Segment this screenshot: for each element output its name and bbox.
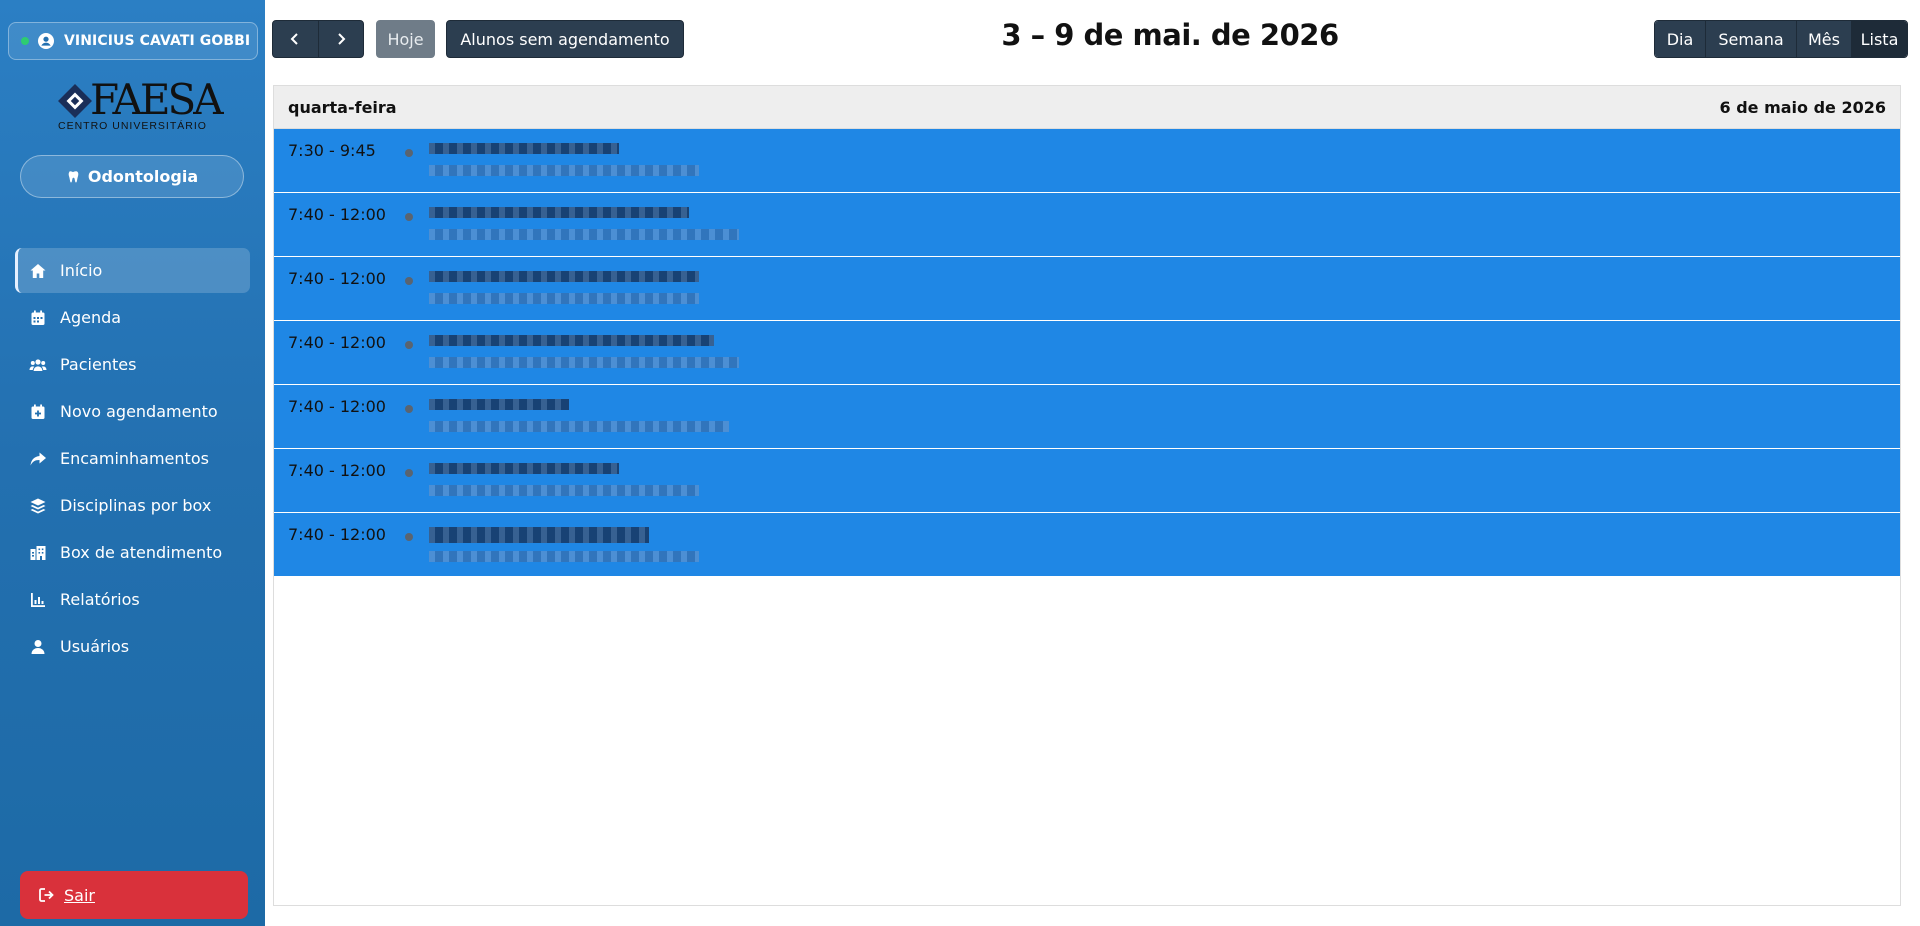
sidebar-item-label: Agenda — [60, 308, 122, 327]
faesa-logo: FAESA CENTRO UNIVERSITÁRIO — [58, 78, 224, 133]
event-time: 7:40 - 12:00 — [288, 397, 386, 416]
user-name: VINICIUS CAVATI GOBBI — [64, 33, 251, 49]
sidebar-item-box-de-atendimento[interactable]: Box de atendimento — [15, 530, 250, 575]
prev-next-group — [272, 20, 364, 58]
day-name: quarta-feira — [288, 97, 397, 117]
event-dot — [405, 469, 413, 477]
event-time: 7:40 - 12:00 — [288, 525, 386, 544]
sidebar-item-label: Box de atendimento — [60, 543, 223, 562]
calendar-plus-icon — [31, 404, 45, 419]
calendar-icon — [31, 310, 45, 325]
redacted-detail — [429, 229, 739, 240]
logo-subtitle: CENTRO UNIVERSITÁRIO — [58, 120, 207, 132]
redacted-detail — [429, 485, 699, 496]
event-row[interactable]: 7:40 - 12:00 — [274, 385, 1900, 449]
sidebar-item-relatorios[interactable]: Relatórios — [15, 577, 250, 622]
redacted-title — [429, 143, 619, 154]
tooth-icon — [68, 170, 79, 182]
redacted-detail — [429, 293, 699, 304]
event-time: 7:40 - 12:00 — [288, 461, 386, 480]
event-row[interactable]: 7:40 - 12:00 — [274, 257, 1900, 321]
sidebar-item-label: Usuários — [60, 637, 130, 656]
event-row[interactable]: 7:40 - 12:00 — [274, 321, 1900, 385]
sidebar-item-label: Encaminhamentos — [60, 449, 209, 468]
view-day-button[interactable]: Dia — [1655, 21, 1705, 57]
logout-icon — [39, 888, 54, 902]
view-week-button[interactable]: Semana — [1705, 21, 1796, 57]
course-selector-button[interactable]: Odontologia — [20, 155, 244, 198]
logo-diamond-icon — [58, 84, 92, 118]
sidebar-item-label: Disciplinas por box — [60, 496, 212, 515]
event-dot — [405, 533, 413, 541]
day-date: 6 de maio de 2026 — [1719, 97, 1887, 117]
event-time: 7:40 - 12:00 — [288, 333, 386, 352]
chevron-left-icon — [291, 33, 299, 45]
sidebar-item-label: Início — [60, 261, 103, 280]
redacted-title — [429, 207, 689, 218]
sidebar: VINICIUS CAVATI GOBBI FAESA CENTRO UNIVE… — [0, 0, 265, 926]
share-icon — [30, 452, 46, 465]
calendar-list-view: quarta-feira 6 de maio de 2026 7:30 - 9:… — [273, 85, 1901, 906]
users-icon — [29, 358, 47, 371]
chart-icon — [31, 592, 45, 607]
redacted-title — [429, 463, 619, 474]
redacted-title — [429, 271, 699, 282]
redacted-title — [429, 527, 649, 543]
students-without-appointment-button[interactable]: Alunos sem agendamento — [446, 20, 684, 58]
event-time: 7:40 - 12:00 — [288, 269, 386, 288]
event-dot — [405, 341, 413, 349]
redacted-detail — [429, 357, 739, 368]
event-dot — [405, 277, 413, 285]
sidebar-item-inicio[interactable]: Início — [15, 248, 250, 293]
logo-text: FAESA — [90, 75, 224, 124]
layers-icon — [30, 498, 46, 513]
redacted-detail — [429, 165, 699, 176]
redacted-title — [429, 335, 714, 346]
user-circle-icon — [38, 33, 54, 49]
user-icon — [31, 639, 45, 654]
course-label: Odontologia — [87, 167, 199, 186]
event-row[interactable]: 7:40 - 12:00 — [274, 193, 1900, 257]
view-switcher: Dia Semana Mês Lista — [1654, 20, 1908, 58]
sidebar-item-encaminhamentos[interactable]: Encaminhamentos — [15, 436, 250, 481]
logout-label: Sair — [64, 885, 95, 905]
event-row[interactable]: 7:30 - 9:45 — [274, 129, 1900, 193]
chevron-right-icon — [338, 33, 346, 45]
event-time: 7:30 - 9:45 — [288, 141, 376, 160]
sidebar-item-agenda[interactable]: Agenda — [15, 295, 250, 340]
sidebar-item-label: Relatórios — [60, 590, 140, 609]
sidebar-item-disciplinas-por-box[interactable]: Disciplinas por box — [15, 483, 250, 528]
redacted-detail — [429, 421, 729, 432]
prev-button[interactable] — [273, 21, 318, 57]
user-badge[interactable]: VINICIUS CAVATI GOBBI — [8, 22, 258, 60]
view-list-button[interactable]: Lista — [1851, 21, 1907, 57]
redacted-title — [429, 399, 569, 410]
logout-button[interactable]: Sair — [20, 871, 248, 919]
sidebar-item-novo-agendamento[interactable]: Novo agendamento — [15, 389, 250, 434]
event-dot — [405, 149, 413, 157]
online-status-dot — [21, 37, 29, 45]
event-dot — [405, 213, 413, 221]
home-icon — [30, 263, 46, 278]
next-button[interactable] — [317, 21, 363, 57]
event-row[interactable]: 7:40 - 12:00 — [274, 513, 1900, 577]
building-icon — [30, 545, 46, 560]
sidebar-nav: Início Agenda Pacientes Novo agendamento… — [15, 248, 250, 671]
event-row[interactable]: 7:40 - 12:00 — [274, 449, 1900, 513]
sidebar-item-pacientes[interactable]: Pacientes — [15, 342, 250, 387]
sidebar-item-label: Novo agendamento — [60, 402, 218, 421]
event-dot — [405, 405, 413, 413]
calendar-range-title: 3 – 9 de mai. de 2026 — [1001, 18, 1339, 52]
sidebar-item-label: Pacientes — [60, 355, 137, 374]
view-month-button[interactable]: Mês — [1796, 21, 1851, 57]
today-button[interactable]: Hoje — [376, 20, 435, 58]
event-time: 7:40 - 12:00 — [288, 205, 386, 224]
sidebar-item-usuarios[interactable]: Usuários — [15, 624, 250, 669]
day-header: quarta-feira 6 de maio de 2026 — [274, 86, 1900, 129]
redacted-detail — [429, 551, 699, 562]
